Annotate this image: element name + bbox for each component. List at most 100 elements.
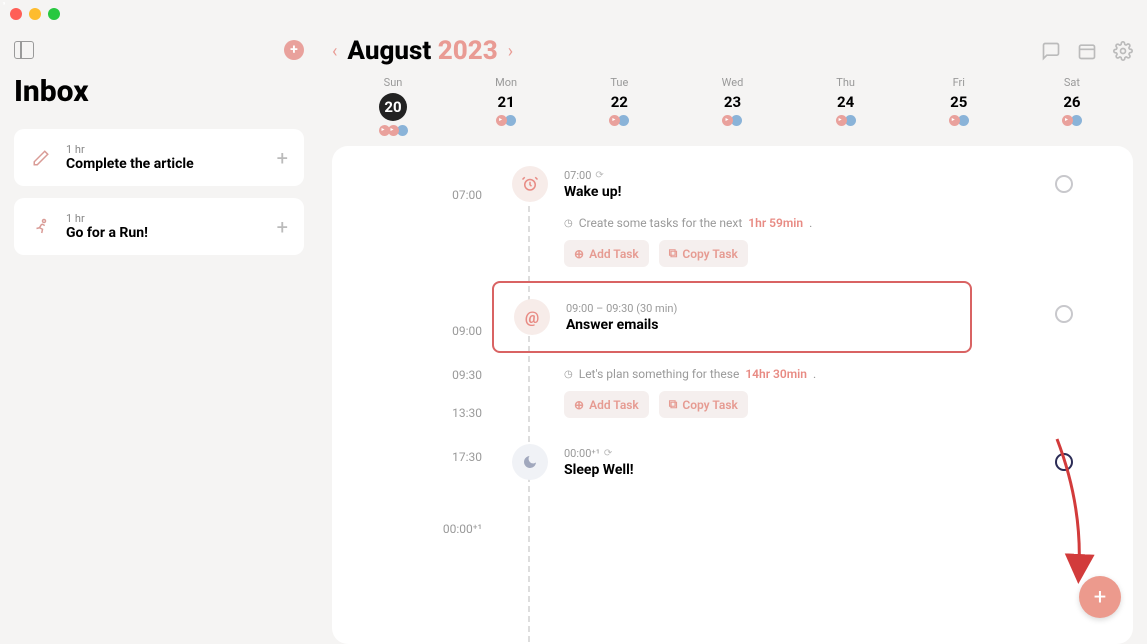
copy-icon: ⧉ <box>669 246 678 261</box>
inbox-item-title: Go for a Run! <box>66 225 263 241</box>
inbox-card[interactable]: 1 hr Go for a Run! + <box>14 198 304 255</box>
day-number: 20 <box>379 93 407 121</box>
task-title: Wake up! <box>564 184 1039 200</box>
next-week-button[interactable]: › <box>508 41 513 62</box>
day-column[interactable]: Sat 26 <box>1017 76 1127 136</box>
day-indicators <box>609 115 629 126</box>
schedule-inbox-item-button[interactable]: + <box>277 215 288 239</box>
day-column[interactable]: Mon 21 <box>451 76 561 136</box>
day-number: 22 <box>611 93 628 111</box>
task-time: 07:00 ⟳ <box>564 169 1039 182</box>
calendar-icon[interactable] <box>1077 41 1097 61</box>
add-task-button[interactable]: ⊕Add Task <box>564 391 649 418</box>
minimize-window-button[interactable] <box>29 8 41 20</box>
gap-suffix: . <box>809 216 812 230</box>
settings-gear-icon[interactable] <box>1113 41 1133 61</box>
sidebar: + Inbox 1 hr Complete the article + 1 hr… <box>0 30 318 644</box>
day-column[interactable]: Fri 25 <box>904 76 1014 136</box>
day-indicators <box>496 115 516 126</box>
close-window-button[interactable] <box>10 8 22 20</box>
task-title: Sleep Well! <box>564 462 1039 478</box>
clock-icon: ◷ <box>564 218 573 229</box>
add-task-fab[interactable]: + <box>1079 576 1121 618</box>
gap-text: ◷ Create some tasks for the next 1hr 59m… <box>564 216 1073 230</box>
prev-week-button[interactable]: ‹ <box>332 41 337 62</box>
day-indicators <box>949 115 969 126</box>
day-column[interactable]: Tue 22 <box>564 76 674 136</box>
day-abbr: Tue <box>610 76 628 89</box>
add-inbox-item-button[interactable]: + <box>284 40 304 60</box>
day-number: 21 <box>498 93 515 111</box>
inbox-item-duration: 1 hr <box>66 212 263 225</box>
year-label: 2023 <box>438 36 498 66</box>
clock-icon: ◷ <box>564 369 573 380</box>
day-indicators <box>379 125 408 136</box>
gap-text: ◷ Let's plan something for these 14hr 30… <box>564 367 1073 381</box>
timeline-gap: ◷ Create some tasks for the next 1hr 59m… <box>564 216 1073 267</box>
day-column[interactable]: Wed 23 <box>677 76 787 136</box>
day-number: 23 <box>724 93 741 111</box>
pencil-icon <box>30 147 52 169</box>
gap-duration: 14hr 30min <box>745 367 807 381</box>
moon-icon <box>512 444 548 480</box>
gap-prefix: Create some tasks for the next <box>579 216 743 230</box>
day-indicators <box>836 115 856 126</box>
day-indicators <box>1062 115 1082 126</box>
task-time: 09:00 – 09:30 (30 min) <box>566 302 962 315</box>
copy-task-button[interactable]: ⧉Copy Task <box>659 391 748 418</box>
day-abbr: Thu <box>836 76 855 89</box>
repeat-icon: ⟳ <box>595 170 603 181</box>
time-label: 07:00 <box>452 188 482 202</box>
day-number: 25 <box>950 93 967 111</box>
gap-prefix: Let's plan something for these <box>579 367 740 381</box>
gap-duration: 1hr 59min <box>748 216 803 230</box>
day-indicators <box>722 115 742 126</box>
time-label: 13:30 <box>452 406 482 420</box>
week-row: Sun 20 Mon 21 Tue 22 Wed 23 Thu 24 <box>332 76 1133 146</box>
day-number: 26 <box>1063 93 1080 111</box>
day-abbr: Fri <box>953 76 965 89</box>
inbox-title: Inbox <box>14 74 304 109</box>
add-task-button[interactable]: ⊕Add Task <box>564 240 649 267</box>
task-block-wakeup[interactable]: 07:00 ⟳ Wake up! <box>512 166 1073 202</box>
time-label: 00:00⁺¹ <box>443 522 482 536</box>
gap-suffix: . <box>813 367 816 381</box>
email-at-icon: @ <box>514 299 550 335</box>
month-title: August 2023 <box>347 36 497 66</box>
time-label: 09:00 <box>452 324 482 338</box>
complete-task-toggle[interactable] <box>1055 305 1073 323</box>
timeline-panel: 07:00 09:00 09:30 13:30 17:30 00:00⁺¹ <box>332 146 1133 644</box>
run-icon <box>30 216 52 238</box>
time-label: 17:30 <box>452 450 482 464</box>
complete-task-toggle[interactable] <box>1055 453 1073 471</box>
repeat-icon: ⟳ <box>604 448 612 459</box>
task-block-emails[interactable]: @ 09:00 – 09:30 (30 min) Answer emails <box>512 281 1073 353</box>
inbox-item-title: Complete the article <box>66 156 263 172</box>
day-abbr: Sun <box>384 76 403 89</box>
day-column[interactable]: Thu 24 <box>791 76 901 136</box>
day-column[interactable]: Sun 20 <box>338 76 448 136</box>
inbox-card[interactable]: 1 hr Complete the article + <box>14 129 304 186</box>
copy-icon: ⧉ <box>669 397 678 412</box>
complete-task-toggle[interactable] <box>1055 175 1073 193</box>
alarm-icon <box>512 166 548 202</box>
day-number: 24 <box>837 93 854 111</box>
task-block-sleep[interactable]: 00:00⁺¹ ⟳ Sleep Well! <box>512 444 1073 480</box>
plus-circle-icon: ⊕ <box>574 247 584 261</box>
time-label: 09:30 <box>452 368 482 382</box>
month-label: August <box>347 36 431 66</box>
maximize-window-button[interactable] <box>48 8 60 20</box>
task-time: 00:00⁺¹ ⟳ <box>564 447 1039 460</box>
schedule-inbox-item-button[interactable]: + <box>277 146 288 170</box>
toggle-sidebar-icon[interactable] <box>14 41 34 59</box>
day-abbr: Wed <box>722 76 744 89</box>
main-panel: ‹ August 2023 › Sun <box>318 30 1147 644</box>
copy-task-button[interactable]: ⧉Copy Task <box>659 240 748 267</box>
timeline-line <box>528 206 530 644</box>
day-abbr: Sat <box>1064 76 1080 89</box>
timeline-gap: ◷ Let's plan something for these 14hr 30… <box>564 367 1073 418</box>
day-abbr: Mon <box>495 76 517 89</box>
task-title: Answer emails <box>566 317 962 333</box>
plus-circle-icon: ⊕ <box>574 398 584 412</box>
chat-icon[interactable] <box>1041 41 1061 61</box>
